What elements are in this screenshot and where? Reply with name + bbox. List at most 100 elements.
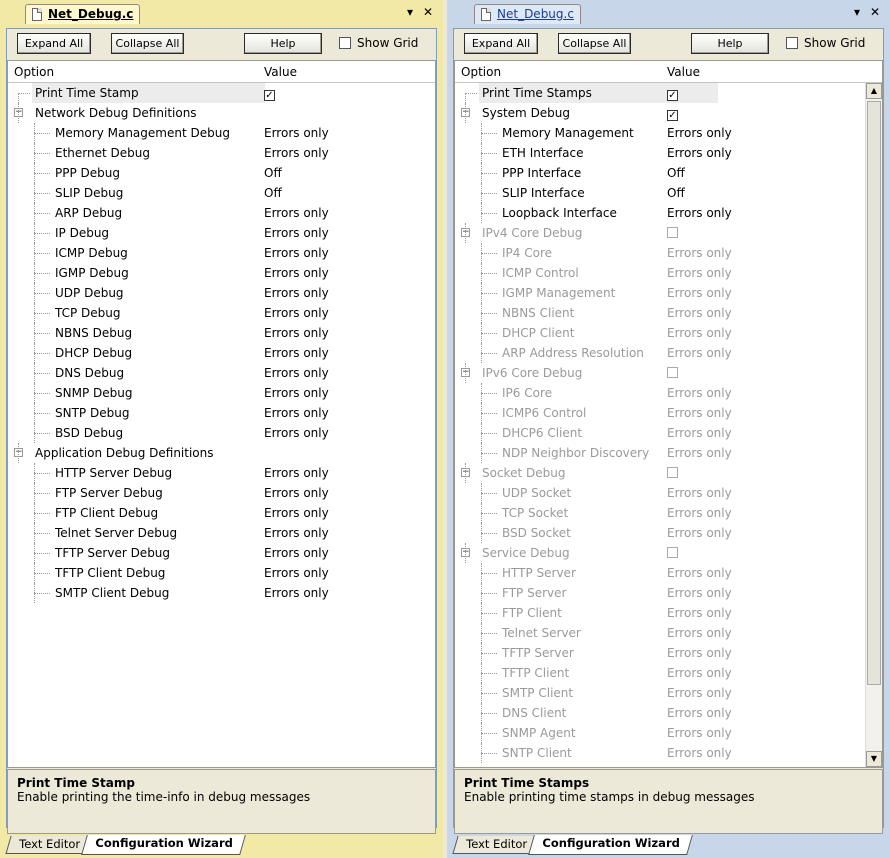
value-checkbox[interactable]	[667, 467, 678, 478]
tree-row[interactable]: SMTP Client Errors only	[455, 683, 882, 703]
help-button[interactable]: Help	[691, 33, 769, 54]
tree-row[interactable]: FTP Client Errors only	[455, 603, 882, 623]
value-cell[interactable]: Off	[264, 183, 282, 203]
configuration-wizard-tab[interactable]: Configuration Wizard	[528, 835, 694, 855]
collapse-all-button[interactable]: Collapse All	[111, 33, 184, 54]
value-cell[interactable]: Errors only	[667, 743, 732, 763]
expand-all-button[interactable]: Expand All	[464, 33, 538, 54]
show-grid-checkbox[interactable]: Show Grid	[786, 34, 865, 52]
tree-row[interactable]: ETH Interface Errors only	[455, 143, 882, 163]
value-cell[interactable]: Errors only	[264, 263, 329, 283]
value-cell[interactable]	[667, 543, 678, 563]
value-cell[interactable]: Errors only	[264, 363, 329, 383]
tree-row[interactable]: SLIP Interface Off	[455, 183, 882, 203]
value-cell[interactable]: Errors only	[264, 203, 329, 223]
value-cell[interactable]: Off	[264, 163, 282, 183]
tree-row[interactable]: − Socket Debug	[455, 463, 882, 483]
show-grid-checkbox[interactable]: Show Grid	[339, 34, 418, 52]
value-cell[interactable]: Errors only	[264, 383, 329, 403]
value-cell[interactable]: Errors only	[264, 423, 329, 443]
value-cell[interactable]: Errors only	[264, 283, 329, 303]
tree-row[interactable]: ICMP Debug Errors only	[8, 243, 435, 263]
value-cell[interactable]: Errors only	[264, 463, 329, 483]
value-column-header[interactable]: Value	[667, 65, 700, 79]
tree-row[interactable]: IP Debug Errors only	[8, 223, 435, 243]
tree-row[interactable]: NBNS Debug Errors only	[8, 323, 435, 343]
value-cell[interactable]: Errors only	[264, 343, 329, 363]
tree-row[interactable]: Telnet Server Errors only	[455, 623, 882, 643]
tree-row[interactable]: − Application Debug Definitions	[8, 443, 435, 463]
value-cell[interactable]: ✓	[667, 83, 678, 103]
tree-row[interactable]: − Service Debug	[455, 543, 882, 563]
value-cell[interactable]: Errors only	[667, 483, 732, 503]
collapse-all-button[interactable]: Collapse All	[558, 33, 631, 54]
tree-row[interactable]: HTTP Server Errors only	[455, 563, 882, 583]
value-cell[interactable]	[667, 223, 678, 243]
value-cell[interactable]: Errors only	[264, 563, 329, 583]
tree-row[interactable]: Memory Management Errors only	[455, 123, 882, 143]
value-cell[interactable]: ✓	[264, 83, 275, 103]
value-cell[interactable]: Errors only	[264, 143, 329, 163]
tree-row[interactable]: SMTP Client Debug Errors only	[8, 583, 435, 603]
scroll-up-icon[interactable]: ▲	[866, 83, 882, 99]
value-checkbox[interactable]	[667, 547, 678, 558]
value-cell[interactable]	[667, 363, 678, 383]
value-checkbox[interactable]: ✓	[264, 90, 275, 101]
tree-row[interactable]: − Network Debug Definitions	[8, 103, 435, 123]
tree-row[interactable]: FTP Server Errors only	[455, 583, 882, 603]
right-option-tree[interactable]: Option Value Print Time Stamps ✓ − System D…	[454, 60, 883, 768]
tree-row[interactable]: Ethernet Debug Errors only	[8, 143, 435, 163]
tree-row[interactable]: SNTP Client Errors only	[455, 743, 882, 763]
value-cell[interactable]: Errors only	[667, 323, 732, 343]
value-cell[interactable]: Errors only	[667, 263, 732, 283]
tree-row[interactable]: − System Debug ✓	[455, 103, 882, 123]
tree-row[interactable]: PPP Debug Off	[8, 163, 435, 183]
tree-row[interactable]: − IPv6 Core Debug	[455, 363, 882, 383]
value-cell[interactable]: Errors only	[264, 503, 329, 523]
value-cell[interactable]: Errors only	[667, 203, 732, 223]
value-cell[interactable]: Errors only	[667, 143, 732, 163]
value-cell[interactable]: Errors only	[667, 243, 732, 263]
tree-row[interactable]: FTP Client Debug Errors only	[8, 503, 435, 523]
tree-row[interactable]: Memory Management Debug Errors only	[8, 123, 435, 143]
left-file-tab[interactable]: Net_Debug.c	[25, 4, 141, 24]
value-cell[interactable]: Errors only	[264, 303, 329, 323]
tree-row[interactable]: SNMP Debug Errors only	[8, 383, 435, 403]
value-cell[interactable]: Errors only	[667, 343, 732, 363]
option-column-header[interactable]: Option	[461, 65, 501, 79]
vertical-scrollbar[interactable]: ▲ ▼	[865, 83, 882, 767]
value-cell[interactable]: Errors only	[264, 583, 329, 603]
checkbox-box[interactable]	[339, 37, 351, 49]
value-cell[interactable]: Off	[667, 163, 685, 183]
checkbox-box[interactable]	[786, 37, 798, 49]
close-icon[interactable]: ✕	[420, 4, 436, 20]
right-file-tab[interactable]: Net_Debug.c	[474, 4, 581, 24]
value-cell[interactable]: Errors only	[667, 643, 732, 663]
tree-row[interactable]: Telnet Server Debug Errors only	[8, 523, 435, 543]
value-cell[interactable]: Errors only	[667, 303, 732, 323]
value-cell[interactable]: Errors only	[667, 523, 732, 543]
value-checkbox[interactable]	[667, 227, 678, 238]
tree-row[interactable]: ARP Address Resolution Errors only	[455, 343, 882, 363]
scrollbar-thumb[interactable]	[867, 101, 881, 685]
value-cell[interactable]: Errors only	[667, 383, 732, 403]
tree-row[interactable]: Print Time Stamp ✓	[8, 83, 435, 103]
value-cell[interactable]: Errors only	[264, 403, 329, 423]
tree-row[interactable]: TFTP Server Errors only	[455, 643, 882, 663]
tree-row[interactable]: DHCP6 Client Errors only	[455, 423, 882, 443]
tree-row[interactable]: FTP Server Debug Errors only	[8, 483, 435, 503]
value-cell[interactable]: Errors only	[264, 243, 329, 263]
tree-row[interactable]: PPP Interface Off	[455, 163, 882, 183]
value-cell[interactable]: Errors only	[667, 583, 732, 603]
value-cell[interactable]: Off	[667, 183, 685, 203]
tree-row[interactable]: NBNS Client Errors only	[455, 303, 882, 323]
tree-row[interactable]: DNS Debug Errors only	[8, 363, 435, 383]
scroll-down-icon[interactable]: ▼	[866, 751, 882, 767]
expand-all-button[interactable]: Expand All	[17, 33, 91, 54]
left-option-tree[interactable]: Option Value Print Time Stamp ✓ − Network D…	[7, 60, 436, 768]
tree-row[interactable]: TCP Socket Errors only	[455, 503, 882, 523]
tree-row[interactable]: TFTP Client Errors only	[455, 663, 882, 683]
tree-row[interactable]: ICMP6 Control Errors only	[455, 403, 882, 423]
tree-row[interactable]: IP6 Core Errors only	[455, 383, 882, 403]
tree-row[interactable]: DHCP Debug Errors only	[8, 343, 435, 363]
